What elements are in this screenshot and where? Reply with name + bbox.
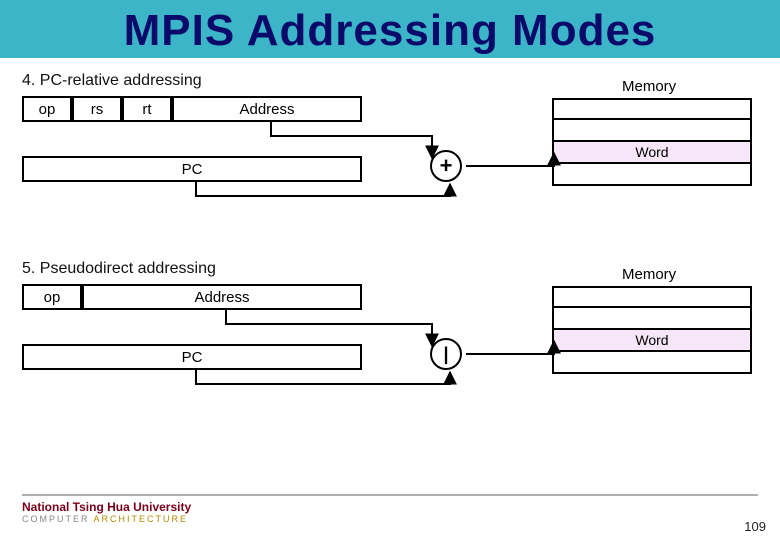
memory-label: Memory — [622, 78, 676, 95]
title-bar: MPIS Addressing Modes — [0, 0, 780, 58]
memory-row — [552, 98, 752, 120]
diagram-pc-relative: op rs rt Address PC + Memory Word — [22, 96, 770, 246]
memory-stack: Word — [552, 286, 752, 374]
memory-row — [552, 164, 752, 186]
memory-row — [552, 120, 752, 142]
footer-rule — [22, 494, 758, 496]
memory-word-row: Word — [552, 330, 752, 352]
memory-row — [552, 286, 752, 308]
slide-footer: National Tsing Hua University COMPUTER A… — [0, 494, 780, 540]
footer-dept-b: ARCHITECTURE — [94, 514, 189, 524]
page-number: 109 — [744, 519, 766, 534]
memory-row — [552, 308, 752, 330]
field-address: Address — [82, 284, 362, 310]
field-rs: rs — [72, 96, 122, 122]
pc-register: PC — [22, 344, 362, 370]
adder-node: + — [430, 150, 462, 182]
memory-stack: Word — [552, 98, 752, 186]
footer-dept-a: COMPUTER — [22, 514, 90, 524]
field-op: op — [22, 284, 82, 310]
field-op: op — [22, 96, 72, 122]
diagram-pseudodirect: op Address PC | Memory Word — [22, 284, 770, 434]
page-title: MPIS Addressing Modes — [0, 6, 780, 56]
memory-row — [552, 352, 752, 374]
concat-node: | — [430, 338, 462, 370]
memory-word-row: Word — [552, 142, 752, 164]
footer-dept: COMPUTER ARCHITECTURE — [22, 514, 780, 524]
footer-org: National Tsing Hua University — [22, 500, 780, 514]
field-address: Address — [172, 96, 362, 122]
pc-register: PC — [22, 156, 362, 182]
field-rt: rt — [122, 96, 172, 122]
memory-label: Memory — [622, 266, 676, 283]
